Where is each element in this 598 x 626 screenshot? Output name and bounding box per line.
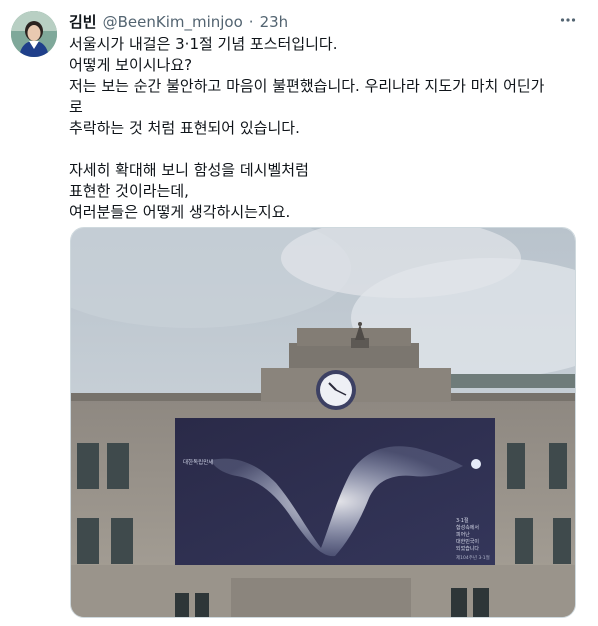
timestamp[interactable]: 23h <box>260 13 289 31</box>
poster-left-text: 대한독립만세 <box>183 458 213 466</box>
city-hall-poster-photo: 대한독립만세 3·1절 함성속에서 피어난 대한민국이 되었습니다 제104주년… <box>71 228 575 617</box>
author-handle[interactable]: @BeenKim_minjoo <box>103 13 243 31</box>
tweet[interactable]: 김빈 @BeenKim_minjoo · 23h 서울시가 내걸은 3·1절 기… <box>0 0 598 626</box>
more-options-button[interactable] <box>556 10 580 30</box>
author-name[interactable]: 김빈 <box>69 11 97 32</box>
tweet-text: 서울시가 내걸은 3·1절 기념 포스터입니다. 어떻게 보이시나요? 저는 보… <box>69 34 584 223</box>
tweet-line: 추락하는 것 처럼 표현되어 있습니다. <box>69 119 300 137</box>
tweet-line: 자세히 확대해 보니 함성을 데시벨처럼 <box>69 161 309 179</box>
tweet-header: 김빈 @BeenKim_minjoo · 23h <box>69 11 558 31</box>
poster-right-line: 3·1절 <box>456 517 469 524</box>
tweet-line: 어떻게 보이시나요? <box>69 56 193 74</box>
more-horizontal-icon <box>560 18 576 22</box>
avatar-image <box>11 11 57 57</box>
poster-right-line: 되었습니다 <box>456 545 479 552</box>
poster-right-line: 피어난 <box>456 531 470 538</box>
poster-right-line: 함성속에서 <box>456 524 479 531</box>
poster-right-line: 대한민국이 <box>456 538 479 545</box>
tweet-line: 서울시가 내걸은 3·1절 기념 포스터입니다. <box>69 35 338 53</box>
tweet-line: 표현한 것이라는데, <box>69 182 189 200</box>
tweet-line: 여러분들은 어떻게 생각하시는지요. <box>69 203 291 221</box>
tweet-photo[interactable]: 대한독립만세 3·1절 함성속에서 피어난 대한민국이 되었습니다 제104주년… <box>70 227 576 618</box>
separator: · <box>248 13 254 31</box>
avatar[interactable] <box>11 11 57 57</box>
poster-footer-text: 제104주년 3·1절 <box>456 554 490 561</box>
tweet-line: 로 <box>69 98 83 116</box>
tweet-line: 저는 보는 순간 불안하고 마음이 불편했습니다. 우리나라 지도가 마치 어딘… <box>69 77 545 95</box>
